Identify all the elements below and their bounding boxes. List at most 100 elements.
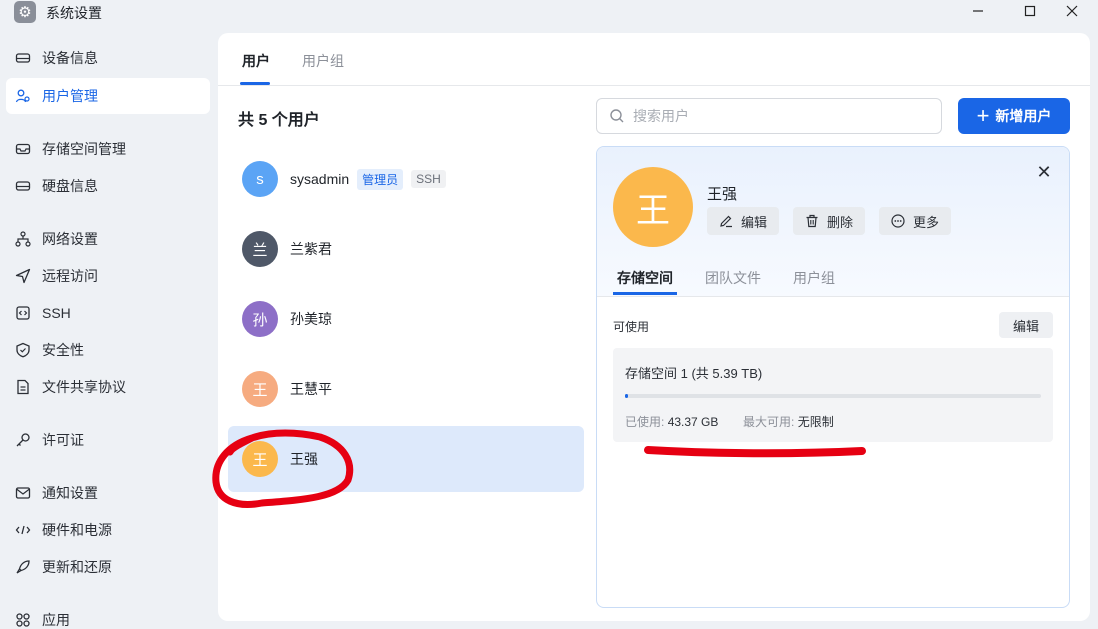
sidebar-item-ssh[interactable]: SSH — [6, 295, 210, 331]
sidebar-item-remote-access[interactable]: 远程访问 — [6, 258, 210, 294]
delete-user-button[interactable]: 删除 — [793, 207, 866, 235]
available-label: 可使用 — [613, 320, 650, 334]
window-title: 系统设置 — [46, 5, 102, 21]
sidebar-item-label: 硬件和电源 — [42, 522, 112, 538]
more-actions-button[interactable]: 更多 — [879, 207, 952, 235]
user-name: 孙美琼 — [290, 311, 332, 327]
search-box[interactable] — [596, 98, 942, 134]
user-name: 兰紫君 — [290, 241, 332, 257]
add-user-label: 新增用户 — [995, 108, 1052, 124]
user-name: sysadmin — [290, 171, 350, 187]
user-detail-panel: ✕ 王 王强 编辑 删除 更多 存储空间 团队文件 用户组 可使用 编辑 存储空… — [596, 146, 1070, 608]
shield-icon — [14, 341, 32, 359]
storage-card: 存储空间 1 (共 5.39 TB) 已使用: 43.37 GB 最大可用: 无… — [613, 348, 1053, 442]
sidebar-item-disk-info[interactable]: 硬盘信息 — [6, 168, 210, 204]
sidebar-item-label: 安全性 — [42, 342, 84, 358]
sidebar-item-update-restore[interactable]: 更新和还原 — [6, 549, 210, 585]
search-input[interactable] — [633, 108, 913, 124]
sidebar-item-security[interactable]: 安全性 — [6, 332, 210, 368]
sidebar-item-label: 更新和还原 — [42, 559, 112, 575]
sidebar-item-hardware-power[interactable]: 硬件和电源 — [6, 512, 210, 548]
user-row-sysadmin[interactable]: s sysadmin 管理员 SSH — [228, 146, 584, 212]
search-icon — [610, 109, 624, 123]
key-icon — [14, 431, 32, 449]
user-count: 共 5 个用户 — [238, 112, 320, 129]
users-icon — [14, 87, 32, 105]
avatar: s — [242, 161, 278, 197]
title-bar: ⚙ 系统设置 — [0, 0, 1098, 24]
sidebar-item-device-info[interactable]: 设备信息 — [6, 40, 210, 76]
active-detail-tab-indicator — [613, 292, 677, 295]
sidebar-item-label: 远程访问 — [42, 268, 98, 284]
detail-user-name: 王强 — [707, 186, 738, 203]
plus-icon: + — [976, 103, 990, 128]
user-row[interactable]: 兰 兰紫君 — [228, 216, 584, 282]
user-row[interactable]: 孙 孙美琼 — [228, 286, 584, 352]
more-label: 更多 — [913, 214, 940, 230]
storage-title: 存储空间 1 (共 5.39 TB) — [625, 366, 763, 381]
admin-badge: 管理员 — [357, 168, 404, 190]
user-name: 王慧平 — [290, 381, 332, 397]
sidebar-item-network[interactable]: 网络设置 — [6, 221, 210, 257]
gear-icon: ⚙ — [14, 1, 36, 23]
tab-user-groups[interactable]: 用户组 — [302, 51, 344, 71]
user-row[interactable]: 王 王慧平 — [228, 356, 584, 422]
pencil-icon — [720, 215, 732, 228]
avatar: 兰 — [242, 231, 278, 267]
avatar: 王 — [242, 371, 278, 407]
avatar: 王 — [242, 441, 278, 477]
tab-users[interactable]: 用户 — [242, 51, 270, 71]
edit-storage-button[interactable]: 编辑 — [999, 312, 1053, 338]
sidebar-item-label: 存储空间管理 — [42, 141, 126, 157]
sidebar-item-license[interactable]: 许可证 — [6, 422, 210, 458]
max-available-info: 最大可用: 无限制 — [743, 413, 834, 430]
sidebar-item-label: 通知设置 — [42, 485, 98, 501]
used-value: 43.37 GB — [667, 415, 719, 429]
sidebar-item-user-management[interactable]: 用户管理 — [6, 78, 210, 114]
mail-icon — [14, 484, 32, 502]
main-panel: 用户 用户组 共 5 个用户 s sysadmin 管理员 SSH 兰 兰紫君 … — [218, 33, 1090, 621]
rocket-icon — [14, 558, 32, 576]
trash-icon — [806, 214, 818, 228]
sidebar-item-label: SSH — [42, 305, 71, 321]
usage-bar — [625, 394, 1041, 398]
usage-bar-fill — [625, 394, 629, 398]
edit-label: 编辑 — [741, 214, 768, 230]
sidebar-item-label: 许可证 — [42, 432, 84, 448]
sidebar-item-notifications[interactable]: 通知设置 — [6, 475, 210, 511]
user-row-selected[interactable]: 王 王强 — [228, 426, 584, 492]
close-window-button[interactable] — [1052, 0, 1092, 22]
device-icon — [14, 49, 32, 67]
more-icon — [891, 214, 905, 228]
send-icon — [14, 267, 32, 285]
tab-bar: 用户 用户组 — [218, 33, 1090, 86]
close-icon[interactable]: ✕ — [1033, 161, 1055, 183]
add-user-button[interactable]: + 新增用户 — [958, 98, 1070, 134]
tab-detail-user-groups[interactable]: 用户组 — [793, 268, 835, 288]
sidebar-item-label: 网络设置 — [42, 231, 98, 247]
sidebar-item-apps[interactable]: 应用 — [6, 602, 210, 629]
sidebar-item-label: 应用 — [42, 612, 70, 628]
network-icon — [14, 230, 32, 248]
active-tab-indicator — [240, 82, 270, 85]
edit-user-button[interactable]: 编辑 — [707, 207, 780, 235]
sidebar-item-label: 文件共享协议 — [42, 379, 126, 395]
apps-icon — [14, 611, 32, 629]
sidebar-item-storage[interactable]: 存储空间管理 — [6, 131, 210, 167]
file-icon — [14, 378, 32, 396]
tab-storage[interactable]: 存储空间 — [617, 268, 673, 288]
sidebar-item-label: 硬盘信息 — [42, 178, 98, 194]
delete-label: 删除 — [827, 214, 854, 230]
max-value: 无限制 — [797, 415, 834, 429]
minimize-button[interactable] — [958, 0, 998, 22]
avatar: 孙 — [242, 301, 278, 337]
sidebar-item-label: 设备信息 — [42, 50, 98, 66]
code-icon — [14, 304, 32, 322]
tab-team-files[interactable]: 团队文件 — [705, 268, 761, 288]
power-icon — [14, 521, 32, 539]
detail-avatar: 王 — [613, 167, 693, 247]
maximize-button[interactable] — [1010, 0, 1050, 22]
disk-icon — [14, 177, 32, 195]
sidebar-item-label: 用户管理 — [42, 88, 98, 104]
sidebar-item-file-sharing[interactable]: 文件共享协议 — [6, 369, 210, 405]
